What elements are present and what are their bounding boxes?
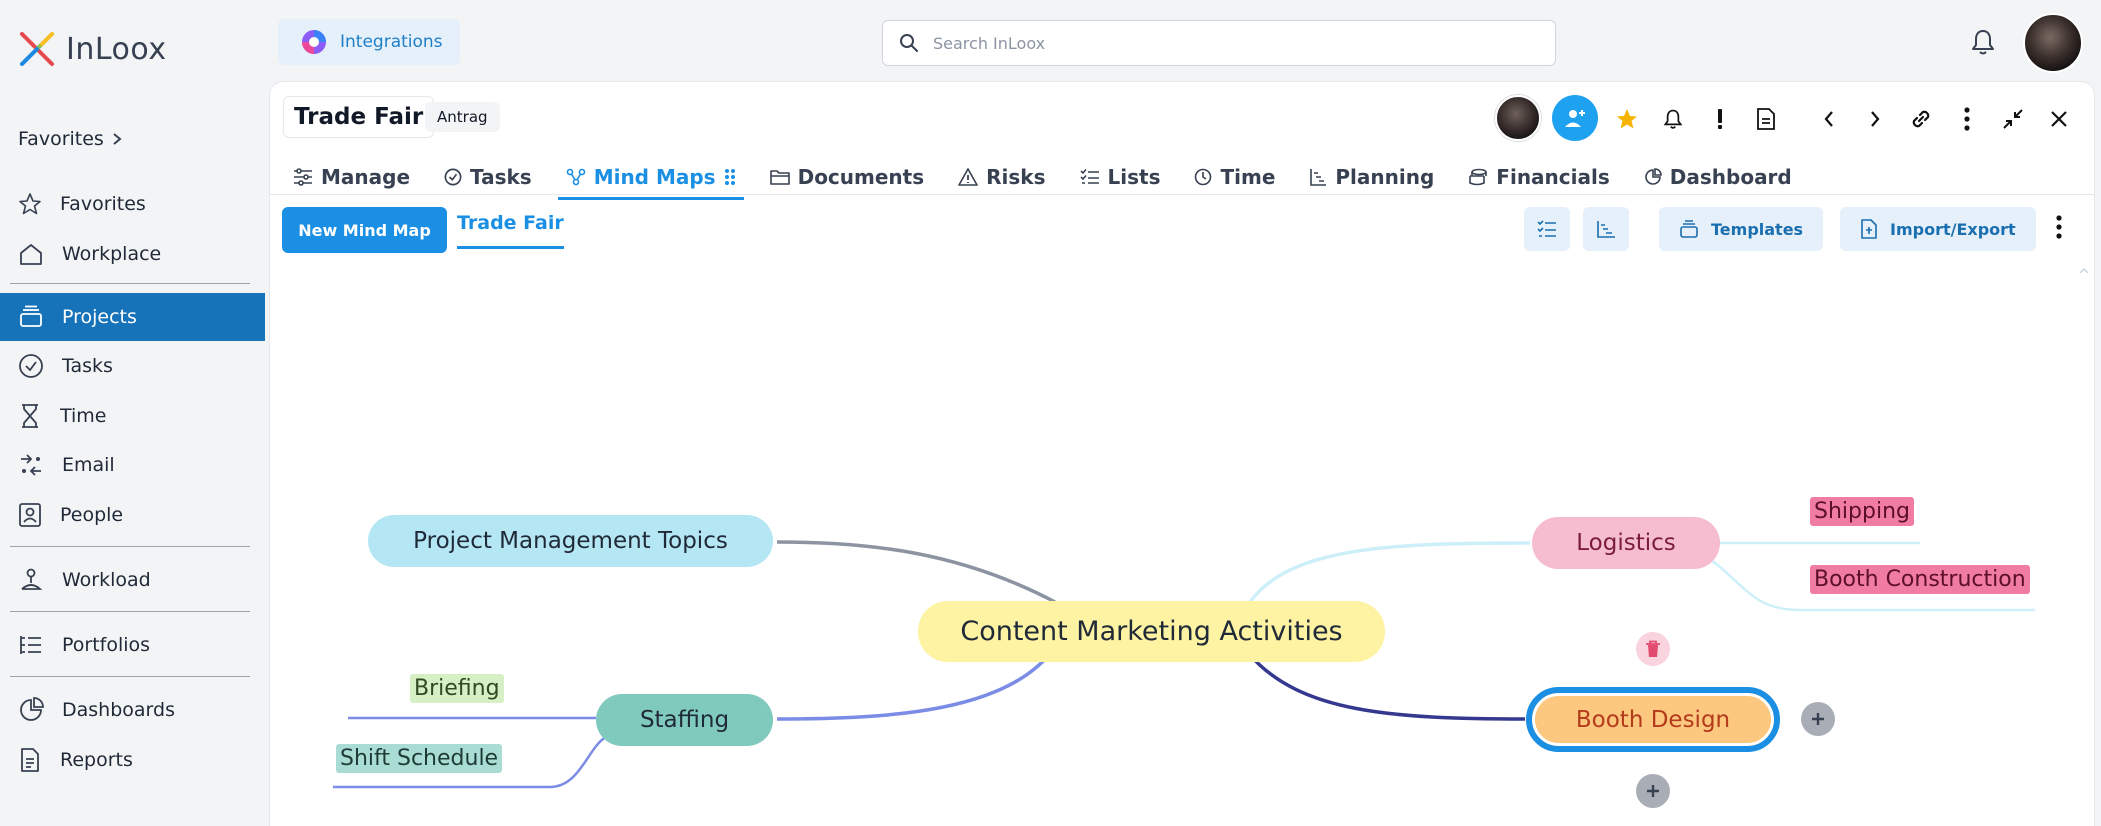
sidebar-divider (10, 611, 250, 612)
sidebar-item-email[interactable]: Email (0, 441, 265, 489)
node-booth-design[interactable]: Booth Design (1526, 687, 1780, 752)
app-name: InLoox (66, 31, 167, 67)
trash-icon (1646, 640, 1660, 657)
connector-booth-design (1248, 653, 1526, 721)
node-project-management-topics[interactable]: Project Management Topics (368, 515, 773, 567)
integrations-label: Integrations (340, 32, 443, 52)
portfolio-list-icon (20, 636, 41, 654)
notifications-button[interactable] (1970, 28, 1996, 60)
sidebar-item-label: Reports (60, 749, 133, 771)
favorites-header-label: Favorites (18, 128, 104, 150)
connector-pm-topics (776, 540, 1056, 604)
sidebar-item-label: Tasks (62, 355, 113, 377)
search-input[interactable] (933, 33, 1513, 53)
sidebar-item-projects[interactable]: Projects (0, 293, 265, 341)
sidebar-item-label: Workplace (62, 243, 162, 265)
check-circle-icon (19, 354, 43, 378)
email-icon (21, 454, 41, 476)
sidebar-item-workplace[interactable]: Workplace (0, 230, 265, 278)
plus-icon (1812, 713, 1824, 725)
sidebar-item-portfolios[interactable]: Portfolios (0, 621, 265, 669)
star-icon (19, 193, 41, 215)
favorites-header[interactable]: Favorites (18, 128, 122, 150)
integrations-icon (302, 30, 326, 54)
sidebar-item-label: Portfolios (62, 634, 151, 656)
bell-icon (1972, 30, 1994, 55)
node-shipping[interactable]: Shipping (1810, 497, 1914, 526)
sidebar-item-label: Projects (62, 306, 137, 328)
add-child-node-button[interactable] (1636, 774, 1670, 808)
user-avatar[interactable] (2023, 13, 2083, 73)
app-logo[interactable]: InLoox (18, 30, 167, 68)
sidebar-item-label: Dashboards (62, 699, 175, 721)
sidebar-item-label: Time (60, 405, 107, 427)
project-panel: Trade Fair Antrag Manage Tasks Mind Maps… (269, 81, 2095, 826)
mind-map-center-node[interactable]: Content Marketing Activities (918, 601, 1385, 662)
sidebar-item-label: People (60, 504, 124, 526)
hourglass-icon (22, 404, 38, 428)
connector-logistics (1248, 541, 1531, 604)
plus-icon (1647, 785, 1659, 797)
workload-icon (21, 568, 43, 590)
delete-node-button[interactable] (1636, 632, 1670, 666)
sidebar-item-time[interactable]: Time (0, 392, 265, 440)
dashboard-icon (20, 697, 44, 721)
chevron-right-icon (113, 133, 122, 145)
search-bar[interactable] (882, 20, 1556, 66)
node-briefing[interactable]: Briefing (410, 674, 504, 703)
sidebar-item-label: Workload (62, 569, 151, 591)
sidebar-item-tasks[interactable]: Tasks (0, 342, 265, 390)
person-card-icon (19, 503, 41, 527)
sidebar-item-dashboards[interactable]: Dashboards (0, 686, 265, 734)
sidebar-item-label: Email (62, 454, 115, 476)
sidebar-item-people[interactable]: People (0, 491, 265, 539)
node-booth-construction[interactable]: Booth Construction (1810, 565, 2030, 594)
inloox-logo-icon (20, 32, 54, 66)
projects-icon (20, 305, 42, 327)
node-staffing[interactable]: Staffing (596, 694, 773, 746)
sidebar-item-label: Favorites (60, 193, 146, 215)
node-shift-schedule[interactable]: Shift Schedule (336, 744, 503, 773)
report-icon (21, 748, 39, 772)
integrations-button[interactable]: Integrations (278, 19, 460, 65)
sidebar-item-reports[interactable]: Reports (0, 736, 265, 784)
sidebar-item-favorites[interactable]: Favorites (0, 180, 265, 228)
node-logistics[interactable]: Logistics (1532, 517, 1720, 569)
sidebar-divider (10, 283, 250, 284)
sidebar-item-workload[interactable]: Workload (0, 556, 265, 604)
add-sibling-node-button[interactable] (1801, 702, 1835, 736)
sidebar-divider (10, 676, 250, 677)
search-icon (900, 34, 918, 52)
home-icon (20, 244, 42, 265)
sidebar-divider (10, 546, 250, 547)
